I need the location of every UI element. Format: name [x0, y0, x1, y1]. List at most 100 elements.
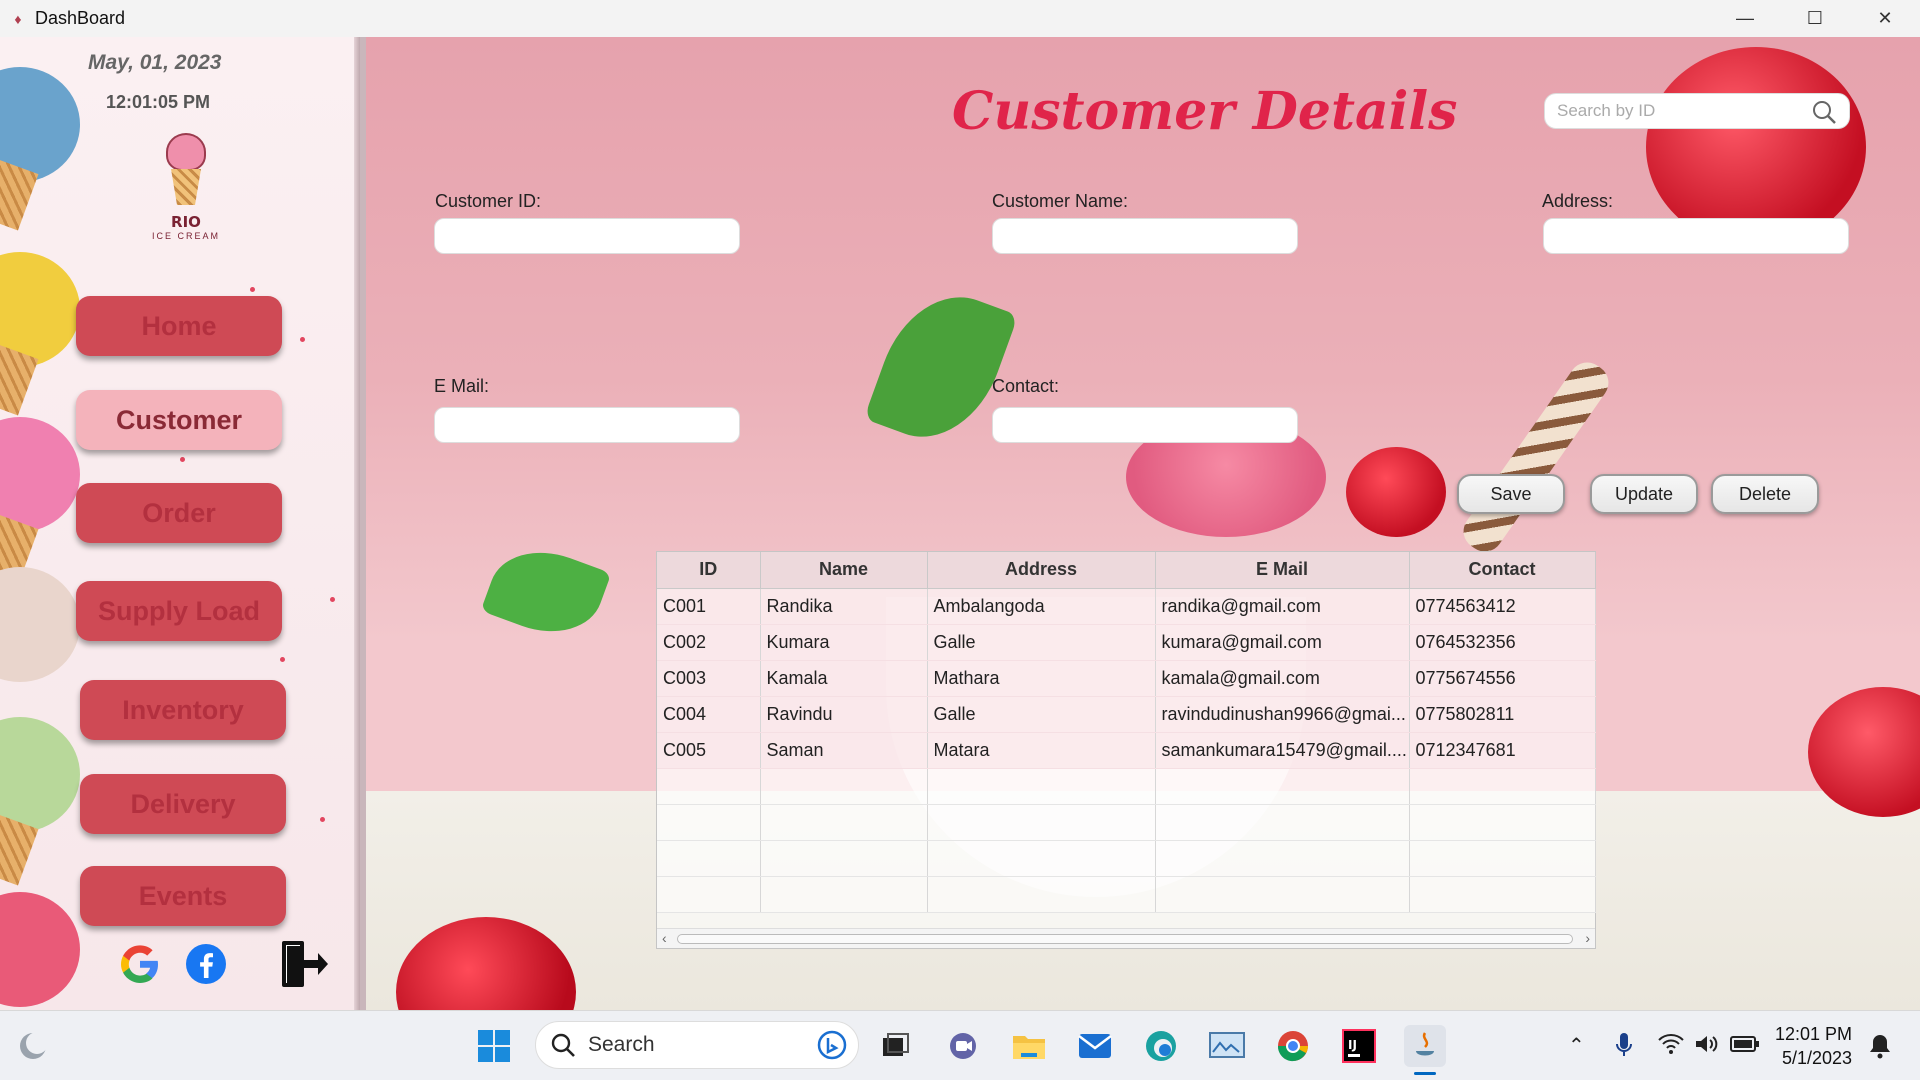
window-title: DashBoard	[35, 8, 126, 28]
horizontal-scrollbar[interactable]: ‹ ›	[657, 928, 1595, 948]
wifi-icon[interactable]	[1658, 1033, 1684, 1055]
mail-icon[interactable]	[1074, 1025, 1116, 1067]
task-view-icon[interactable]	[874, 1025, 916, 1067]
intellij-idea-icon[interactable]: IJ	[1338, 1025, 1380, 1067]
column-header-email[interactable]: E Mail	[1155, 552, 1410, 589]
sprinkle-decoration	[330, 597, 335, 602]
address-input[interactable]	[1543, 218, 1849, 254]
sprinkle-decoration	[320, 817, 325, 822]
table-cell: ravindudinushan9966@gmai...	[1155, 696, 1410, 733]
nav-customer-button[interactable]: Customer	[76, 390, 282, 450]
email-label: E Mail:	[434, 376, 490, 396]
microphone-icon[interactable]	[1614, 1031, 1634, 1059]
empty-table-row	[657, 840, 1596, 877]
taskbar-clock[interactable]: 12:01 PM 5/1/2023	[1775, 1022, 1852, 1070]
chevron-up-icon[interactable]: ⌃	[1568, 1033, 1585, 1058]
scroll-right-arrow-icon[interactable]: ›	[1585, 930, 1590, 946]
nav-events-button[interactable]: Events	[80, 866, 286, 926]
windows-start-icon[interactable]	[473, 1025, 515, 1067]
teams-chat-icon[interactable]	[942, 1025, 984, 1067]
file-explorer-icon[interactable]	[1008, 1025, 1050, 1067]
scrollbar-thumb[interactable]	[677, 934, 1573, 944]
ice-cream-cup-icon	[158, 133, 214, 213]
table-cell: C001	[657, 588, 761, 625]
nav-supply-load-button[interactable]: Supply Load	[76, 581, 282, 641]
nav-home-button[interactable]: Home	[76, 296, 282, 356]
table-cell: Galle	[927, 624, 1156, 661]
search-input[interactable]	[1545, 94, 1849, 128]
taskbar: Search IJ ⌃ 12:01 PM 5/1/2023	[0, 1010, 1920, 1080]
delete-button[interactable]: Delete	[1711, 474, 1819, 514]
table-cell: C004	[657, 696, 761, 733]
cherry-decoration	[1346, 447, 1446, 537]
sprinkle-decoration	[180, 457, 185, 462]
search-icon[interactable]	[1811, 99, 1837, 125]
update-button[interactable]: Update	[1590, 474, 1698, 514]
table-cell: Matara	[927, 732, 1156, 769]
nav-order-button[interactable]: Order	[76, 483, 282, 543]
red-scoop-decoration	[0, 892, 80, 1007]
battery-icon[interactable]	[1730, 1035, 1760, 1053]
app-icon: ♦	[14, 10, 22, 27]
table-row[interactable]: C001 Randika Ambalangoda randika@gmail.c…	[657, 588, 1596, 625]
customer-name-input[interactable]	[992, 218, 1298, 254]
weather-widget-icon[interactable]	[12, 1025, 54, 1067]
mint-leaf-decoration	[480, 535, 612, 649]
column-header-address[interactable]: Address	[927, 552, 1156, 589]
email-input[interactable]	[434, 407, 740, 443]
page-title: Customer Details	[952, 81, 1458, 142]
taskbar-search[interactable]: Search	[535, 1021, 859, 1069]
sprinkle-decoration	[300, 337, 305, 342]
edge-browser-icon[interactable]	[1140, 1025, 1182, 1067]
table-cell: Kamala	[760, 660, 928, 697]
customer-id-label: Customer ID:	[435, 191, 542, 211]
table-row[interactable]: C004 Ravindu Galle ravindudinushan9966@g…	[657, 696, 1596, 733]
rio-logo: RIO ICE CREAM	[136, 133, 236, 251]
table-cell: Ambalangoda	[927, 588, 1156, 625]
logout-icon[interactable]	[278, 939, 330, 991]
sidebar: May, 01, 2023 12:01:05 PM RIO ICE CREAM …	[0, 37, 366, 1010]
table-cell: C002	[657, 624, 761, 661]
table-cell: kumara@gmail.com	[1155, 624, 1410, 661]
save-button[interactable]: Save	[1457, 474, 1565, 514]
table-cell: Saman	[760, 732, 928, 769]
wafer-decoration	[1456, 355, 1616, 559]
logo-subtitle: ICE CREAM	[151, 231, 220, 241]
column-header-id[interactable]: ID	[657, 552, 761, 589]
column-header-contact[interactable]: Contact	[1409, 552, 1596, 589]
notification-bell-icon[interactable]	[1868, 1033, 1892, 1059]
window-titlebar: ♦ DashBoard — ☐ ✕	[0, 0, 1920, 37]
table-row[interactable]: C002 Kumara Galle kumara@gmail.com 07645…	[657, 624, 1596, 661]
table-row[interactable]: C003 Kamala Mathara kamala@gmail.com 077…	[657, 660, 1596, 697]
close-button[interactable]: ✕	[1850, 0, 1920, 37]
nav-inventory-button[interactable]: Inventory	[80, 680, 286, 740]
app-window: May, 01, 2023 12:01:05 PM RIO ICE CREAM …	[0, 37, 1920, 1010]
table-cell: Galle	[927, 696, 1156, 733]
table-cell: randika@gmail.com	[1155, 588, 1410, 625]
table-cell: 0775674556	[1409, 660, 1596, 697]
speaker-icon[interactable]	[1694, 1033, 1720, 1055]
scroll-left-arrow-icon[interactable]: ‹	[662, 930, 667, 946]
google-icon[interactable]	[118, 942, 162, 986]
clock-date: 5/1/2023	[1781, 1048, 1853, 1068]
chrome-browser-icon[interactable]	[1272, 1025, 1314, 1067]
table-cell: C003	[657, 660, 761, 697]
customer-id-input[interactable]	[434, 218, 740, 254]
current-date: May, 01, 2023	[88, 51, 222, 74]
java-app-icon[interactable]	[1404, 1025, 1446, 1067]
table-row[interactable]: C005 Saman Matara samankumara15479@gmail…	[657, 732, 1596, 769]
monitor-app-icon[interactable]	[1206, 1025, 1248, 1067]
bing-icon[interactable]	[816, 1029, 848, 1061]
minimize-button[interactable]: —	[1710, 0, 1780, 37]
contact-label: Contact:	[992, 376, 1060, 396]
column-header-name[interactable]: Name	[760, 552, 928, 589]
maximize-button[interactable]: ☐	[1780, 0, 1850, 37]
facebook-icon[interactable]	[184, 942, 228, 986]
table-cell: Randika	[760, 588, 928, 625]
contact-input[interactable]	[992, 407, 1298, 443]
clock-time: 12:01 PM	[1775, 1024, 1853, 1044]
sprinkle-decoration	[250, 287, 255, 292]
table-cell: Ravindu	[760, 696, 928, 733]
nav-delivery-button[interactable]: Delivery	[80, 774, 286, 834]
logo-brand: RIO	[171, 213, 201, 231]
